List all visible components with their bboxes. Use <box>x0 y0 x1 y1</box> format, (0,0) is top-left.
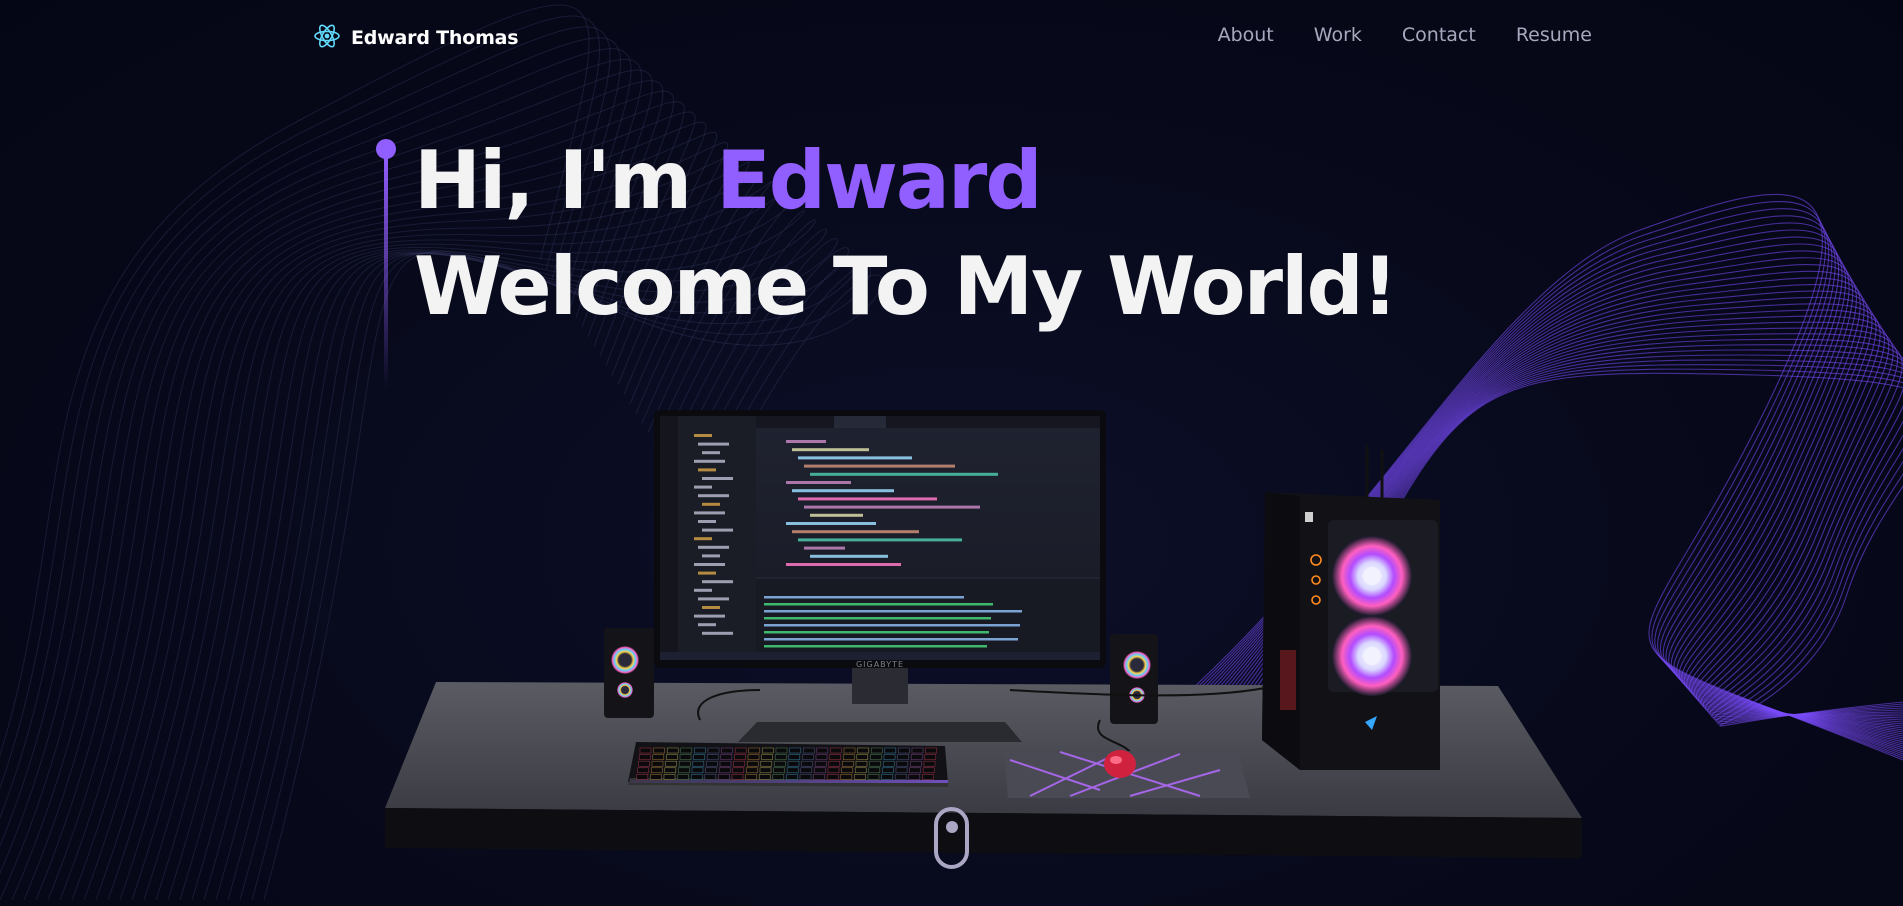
pc-tower <box>1262 445 1440 770</box>
react-atom-icon <box>313 22 341 54</box>
brand-logo-link[interactable]: Edward Thomas <box>313 22 519 54</box>
hero-greeting: Hi, I'm <box>414 134 717 227</box>
mouse <box>1104 750 1136 778</box>
monitor: GIGABYTE <box>654 410 1106 669</box>
nav-link-about[interactable]: About <box>1218 24 1274 46</box>
nav-link-work[interactable]: Work <box>1314 24 1362 46</box>
nav-link-resume[interactable]: Resume <box>1516 24 1592 46</box>
scroll-dot <box>945 821 958 833</box>
monitor-brand: GIGABYTE <box>856 660 904 669</box>
hero-dot <box>376 139 396 159</box>
nav-links: About Work Contact Resume <box>1218 24 1592 46</box>
nav-link-contact[interactable]: Contact <box>1402 24 1476 46</box>
hero-accent-indicator <box>376 139 396 395</box>
navbar: Edward Thomas About Work Contact Resume <box>0 0 1903 76</box>
left-speaker <box>604 628 654 718</box>
hero-name: Edward <box>716 134 1043 227</box>
brand-name: Edward Thomas <box>351 27 519 49</box>
hero-line <box>384 157 388 389</box>
hero-heading: Hi, I'm Edward Welcome To My World! <box>414 128 1398 340</box>
keyboard <box>628 742 948 787</box>
portfolio-page: Edward Thomas About Work Contact Resume … <box>0 0 1903 906</box>
mouse-scroll-icon[interactable] <box>934 807 969 869</box>
hero-greeting-line: Hi, I'm Edward <box>414 128 1396 234</box>
hero-tagline: Welcome To My World! <box>414 240 1398 333</box>
right-speaker <box>1110 634 1158 724</box>
